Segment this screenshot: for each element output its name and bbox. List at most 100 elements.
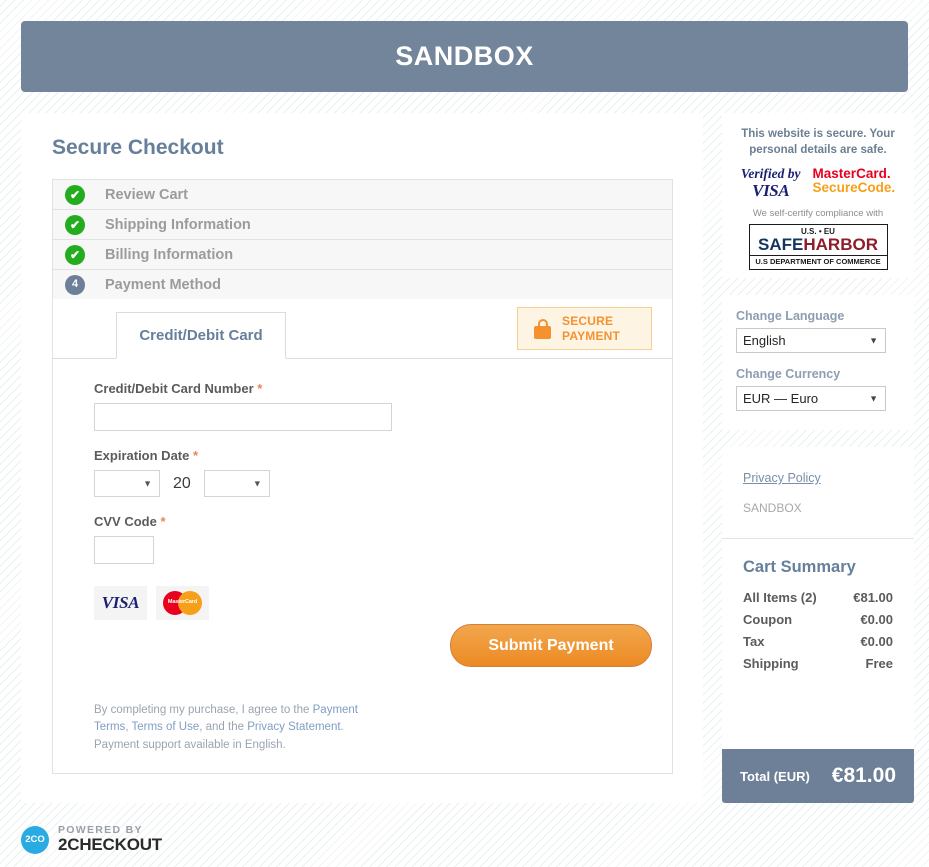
language-select[interactable]: English ▼ xyxy=(736,328,886,353)
lock-icon xyxy=(534,318,551,339)
century-prefix: 20 xyxy=(173,474,191,492)
footer: 2CO POWERED BY 2CHECKOUT xyxy=(21,824,162,855)
step-number-badge: 4 xyxy=(65,274,85,295)
chevron-down-icon: ▼ xyxy=(869,335,878,345)
locale-card: Change Language English ▼ Change Currenc… xyxy=(722,295,914,430)
safeharbor-bottom: U.S DEPARTMENT OF COMMERCE xyxy=(749,254,887,266)
step-mark: ✔ xyxy=(69,187,81,202)
payment-support-line: Payment support available in English. xyxy=(94,739,286,752)
summary-row-label: Coupon xyxy=(743,612,793,627)
checkout-steps: ✔ Review Cart ✔ Shipping Information ✔ B… xyxy=(52,179,673,300)
trust-logos: Verified by VISA MasterCard. SecureCode. xyxy=(733,167,903,199)
mastercard-logo-text: MasterCard xyxy=(167,599,198,605)
trust-card: This website is secure. Your personal de… xyxy=(722,113,914,278)
tab-label: Credit/Debit Card xyxy=(139,327,263,344)
currency-value: EUR — Euro xyxy=(743,391,819,406)
legal-text-3: , and the xyxy=(199,721,248,734)
payment-method-panel: Credit/Debit Card SECURE PAYMENT Credit/… xyxy=(52,299,673,774)
cart-total-value: €81.00 xyxy=(831,764,896,787)
summary-row-label: All Items (2) xyxy=(743,590,817,605)
summary-row-value: €0.00 xyxy=(860,634,893,649)
expiration-month-select[interactable]: ▼ xyxy=(94,470,160,497)
step-label: Shipping Information xyxy=(105,216,251,233)
visa-logo: VISA xyxy=(94,586,147,620)
step-review-cart[interactable]: ✔ Review Cart xyxy=(53,180,672,210)
step-mark: 4 xyxy=(71,278,79,290)
msc-line-1: MasterCard. xyxy=(812,166,891,182)
site-title: SANDBOX xyxy=(395,41,534,71)
checkout-panel: Secure Checkout ✔ Review Cart ✔ Shipping… xyxy=(21,113,703,803)
msc-line-2: SecureCode. xyxy=(812,180,896,196)
page-title: Secure Checkout xyxy=(52,136,224,159)
terms-of-use-link[interactable]: Terms of Use xyxy=(132,721,200,733)
mastercard-logo: MasterCard xyxy=(156,586,209,620)
secure-line-1: SECURE xyxy=(562,313,614,328)
check-icon: ✔ xyxy=(65,184,85,205)
cvv-label: CVV Code * xyxy=(94,514,166,529)
site-header: SANDBOX xyxy=(21,21,908,92)
cart-summary-rows: All Items (2) €81.00 Coupon €0.00 Tax €0… xyxy=(722,577,914,671)
expiration-year-select[interactable]: ▼ xyxy=(203,470,270,497)
required-marker: * xyxy=(192,448,199,463)
cart-summary-title: Cart Summary xyxy=(743,558,856,576)
merchant-name: SANDBOX xyxy=(743,501,802,515)
chevron-down-icon: ▼ xyxy=(869,393,878,403)
summary-row-value: €81.00 xyxy=(853,590,893,605)
vbv-line-1: Verified by xyxy=(740,166,801,182)
submit-payment-button[interactable]: Submit Payment xyxy=(450,624,652,667)
mastercard-mark: MasterCard xyxy=(162,591,203,615)
summary-row-value: Free xyxy=(865,656,893,671)
powered-by-block: POWERED BY 2CHECKOUT xyxy=(58,824,162,855)
step-label: Review Cart xyxy=(105,186,189,203)
card-number-label: Credit/Debit Card Number * xyxy=(94,381,263,396)
vbv-line-2: VISA xyxy=(752,180,790,200)
expiration-date-field: Expiration Date * ▼ 20 ▼ xyxy=(94,448,672,497)
privacy-statement-link[interactable]: Privacy Statement xyxy=(247,721,340,733)
card-number-field: Credit/Debit Card Number * xyxy=(94,381,672,431)
expiration-date-label: Expiration Date * xyxy=(94,448,199,463)
trust-message: This website is secure. Your personal de… xyxy=(741,128,895,157)
currency-select[interactable]: EUR — Euro ▼ xyxy=(736,386,886,411)
summary-row-label: Shipping xyxy=(743,656,799,671)
mastercard-securecode-logo: MasterCard. SecureCode. xyxy=(812,166,896,196)
visa-logo-text: VISA xyxy=(101,593,140,612)
cart-summary-card: Privacy Policy SANDBOX Cart Summary All … xyxy=(722,447,914,803)
privacy-policy-link[interactable]: Privacy Policy xyxy=(743,471,821,485)
summary-row: Shipping Free xyxy=(743,656,893,671)
safeharbor-safe: SAFE xyxy=(758,234,804,254)
check-icon: ✔ xyxy=(65,244,85,265)
step-shipping-information[interactable]: ✔ Shipping Information xyxy=(53,210,672,240)
self-certify-text: We self-certify compliance with xyxy=(752,207,884,219)
submit-payment-label: Submit Payment xyxy=(488,636,614,654)
safeharbor-badge: U.S. • EU SAFEHARBOR U.S DEPARTMENT OF C… xyxy=(748,223,888,270)
summary-row: Coupon €0.00 xyxy=(743,612,893,627)
summary-row: Tax €0.00 xyxy=(743,634,893,649)
step-mark: ✔ xyxy=(69,217,81,232)
legal-text-4: . xyxy=(340,721,344,734)
step-label: Payment Method xyxy=(105,276,222,293)
language-value: English xyxy=(743,333,786,348)
twocheckout-logo-icon: 2CO xyxy=(21,825,49,854)
twocheckout-brand: 2CHECKOUT xyxy=(58,835,162,855)
summary-row: All Items (2) €81.00 xyxy=(743,590,893,605)
tab-credit-debit-card[interactable]: Credit/Debit Card xyxy=(116,312,286,359)
step-billing-information[interactable]: ✔ Billing Information xyxy=(53,240,672,270)
payment-form: Credit/Debit Card Number * Expiration Da… xyxy=(53,359,672,620)
step-payment-method[interactable]: 4 Payment Method xyxy=(53,270,672,300)
safeharbor-mid: SAFEHARBOR xyxy=(750,234,887,254)
cart-total-bar: Total (EUR) €81.00 xyxy=(722,749,914,803)
summary-row-value: €0.00 xyxy=(860,612,893,627)
step-label: Billing Information xyxy=(105,246,234,263)
secure-line-2: PAYMENT xyxy=(562,328,621,343)
policy-area: Privacy Policy SANDBOX xyxy=(722,447,914,515)
cvv-input[interactable] xyxy=(94,536,154,564)
secure-payment-text: SECURE PAYMENT xyxy=(562,314,620,344)
required-marker: * xyxy=(257,381,263,396)
cart-total-label: Total (EUR) xyxy=(740,768,810,784)
chevron-down-icon: ▼ xyxy=(252,478,262,488)
check-icon: ✔ xyxy=(65,214,85,235)
card-number-input[interactable] xyxy=(94,403,392,431)
payment-tabs: Credit/Debit Card SECURE PAYMENT xyxy=(53,299,672,359)
change-language-label: Change Language xyxy=(736,309,845,323)
step-mark: ✔ xyxy=(69,247,81,262)
